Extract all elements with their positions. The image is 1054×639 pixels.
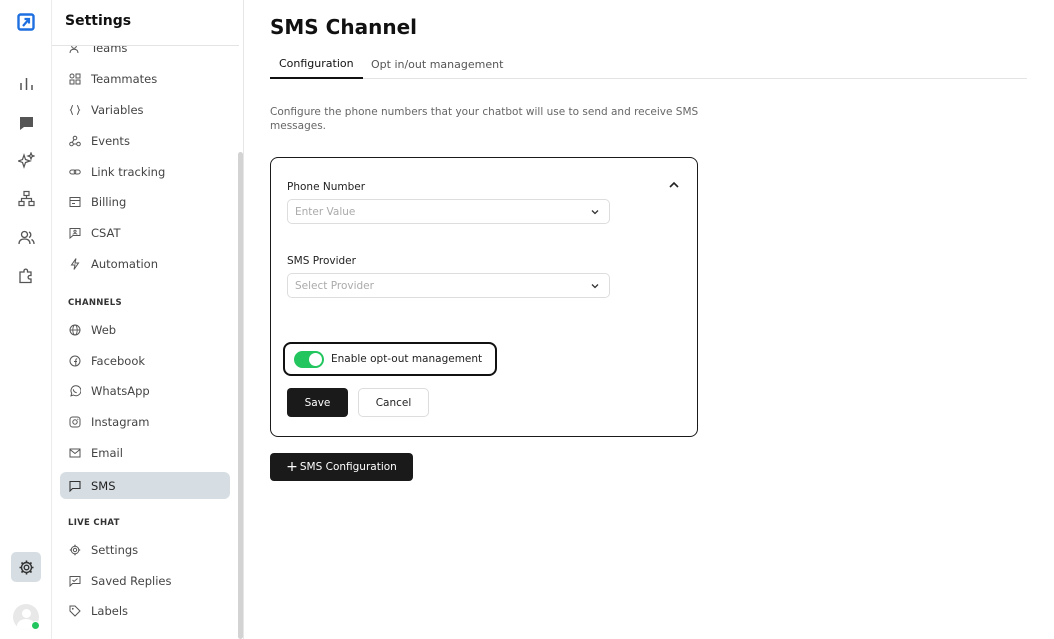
integrations-nav-button[interactable]: [14, 263, 38, 287]
instagram-icon: [69, 416, 81, 428]
saved-reply-icon: [69, 576, 81, 587]
sms-configuration-card: Phone Number Enter Value SMS Provider Se…: [270, 157, 698, 437]
sidebar-item-label: Web: [91, 323, 117, 337]
tab-bar: Configuration Opt in/out management: [270, 50, 1027, 79]
message-square-icon: [69, 480, 81, 492]
bolt-icon: [70, 258, 80, 270]
channels-heading: CHANNELS: [68, 298, 122, 308]
conversations-nav-button[interactable]: [14, 111, 38, 135]
opt-out-toggle[interactable]: [294, 350, 324, 368]
users-icon: [17, 230, 35, 244]
page-title: SMS Channel: [270, 15, 417, 39]
whatsapp-icon: [70, 385, 81, 397]
add-sms-configuration-button[interactable]: + SMS Configuration: [270, 453, 413, 481]
mail-icon: [69, 448, 81, 458]
sidebar-item-link-tracking[interactable]: Link tracking: [60, 159, 230, 185]
globe-icon: [69, 324, 81, 336]
app-logo[interactable]: [17, 13, 35, 31]
sidebar-item-label: Events: [91, 134, 130, 148]
bar-chart-icon: [19, 77, 33, 90]
sidebar-item-label: Billing: [91, 195, 127, 209]
sms-provider-placeholder: Select Provider: [295, 279, 374, 292]
add-sms-configuration-label: SMS Configuration: [299, 461, 397, 473]
sidebar-item-teams[interactable]: Teams: [60, 41, 230, 60]
tab-configuration[interactable]: Configuration: [270, 50, 363, 79]
settings-sidebar: Settings Teams Teammates Variables Event…: [52, 0, 244, 639]
sidebar-item-billing[interactable]: Billing: [60, 189, 230, 215]
link-icon: [69, 169, 81, 175]
plus-icon: +: [286, 459, 298, 475]
sidebar-item-automation[interactable]: Automation: [60, 251, 230, 277]
sidebar-item-whatsapp[interactable]: WhatsApp: [60, 378, 230, 404]
sidebar-item-saved-replies[interactable]: Saved Replies: [60, 568, 230, 594]
sidebar-item-label: Automation: [91, 257, 158, 271]
ai-nav-button[interactable]: [14, 148, 38, 172]
grid-icon: [69, 73, 81, 85]
sidebar-item-web[interactable]: Web: [60, 317, 230, 343]
sidebar-item-labels[interactable]: Labels: [60, 598, 230, 624]
sidebar-item-label: SMS: [91, 478, 116, 493]
braces-icon: [69, 105, 81, 115]
chevron-up-icon[interactable]: [667, 178, 681, 192]
sidebar-item-label: CSAT: [91, 226, 121, 240]
save-button[interactable]: Save: [287, 388, 348, 417]
flows-nav-button[interactable]: [14, 186, 38, 210]
sidebar-divider: [52, 45, 239, 46]
tag-icon: [69, 605, 81, 617]
sidebar-item-label: Facebook: [91, 354, 146, 368]
cancel-button[interactable]: Cancel: [358, 388, 429, 417]
sparkles-icon: [17, 151, 35, 169]
feedback-icon: [69, 228, 81, 239]
sidebar-item-live-chat-settings[interactable]: Settings: [60, 537, 230, 563]
gear-icon: [19, 560, 33, 574]
sidebar-item-facebook[interactable]: Facebook: [60, 348, 230, 374]
webhook-icon: [69, 135, 81, 147]
receipt-icon: [69, 197, 81, 207]
sms-provider-label: SMS Provider: [287, 255, 356, 267]
sidebar-item-label: Email: [91, 446, 123, 460]
sidebar-item-label: Teammates: [91, 72, 158, 86]
phone-number-label: Phone Number: [287, 181, 366, 193]
sidebar-item-email[interactable]: Email: [60, 440, 230, 466]
phone-number-placeholder: Enter Value: [295, 205, 356, 218]
sidebar-item-sms[interactable]: SMS: [60, 472, 230, 499]
sms-provider-select[interactable]: Select Provider: [287, 273, 610, 298]
users-icon: [69, 46, 79, 54]
online-status-indicator: [31, 621, 40, 630]
sidebar-item-label: Labels: [91, 604, 129, 618]
analytics-nav-button[interactable]: [14, 71, 38, 95]
sidebar-item-label: Link tracking: [91, 165, 166, 179]
contacts-nav-button[interactable]: [14, 225, 38, 249]
facebook-icon: [69, 355, 81, 367]
sitemap-icon: [17, 190, 35, 206]
sidebar-item-label: Saved Replies: [91, 574, 172, 588]
phone-number-select[interactable]: Enter Value: [287, 199, 610, 224]
opt-out-toggle-label: Enable opt-out management: [331, 353, 483, 365]
tab-opt-in-out-management[interactable]: Opt in/out management: [371, 50, 503, 79]
main-content: SMS Channel Configuration Opt in/out man…: [270, 0, 1027, 639]
settings-nav-button[interactable]: [11, 552, 41, 582]
sidebar-item-instagram[interactable]: Instagram: [60, 409, 230, 435]
sidebar-item-label: Settings: [91, 543, 139, 557]
sidebar-item-variables[interactable]: Variables: [60, 97, 230, 123]
chat-icon: [19, 116, 33, 130]
gear-icon: [69, 544, 81, 556]
icon-rail: [0, 0, 52, 639]
sidebar-item-label: Variables: [91, 103, 144, 117]
chevron-down-icon: [591, 210, 599, 215]
toggle-knob: [309, 352, 322, 366]
sidebar-item-events[interactable]: Events: [60, 128, 230, 154]
sidebar-item-label: Instagram: [91, 415, 150, 429]
sidebar-scrollbar[interactable]: [238, 152, 243, 639]
opt-out-toggle-row: Enable opt-out management: [283, 342, 497, 376]
live-chat-heading: LIVE CHAT: [68, 518, 120, 528]
sidebar-item-label: WhatsApp: [91, 384, 150, 398]
sidebar-item-csat[interactable]: CSAT: [60, 220, 230, 246]
sidebar-title: Settings: [65, 13, 132, 29]
puzzle-icon: [18, 268, 32, 283]
chevron-down-icon: [591, 284, 599, 289]
page-description: Configure the phone numbers that your ch…: [270, 106, 699, 132]
sidebar-item-label: Teams: [91, 41, 128, 55]
sidebar-item-teammates[interactable]: Teammates: [60, 66, 230, 92]
